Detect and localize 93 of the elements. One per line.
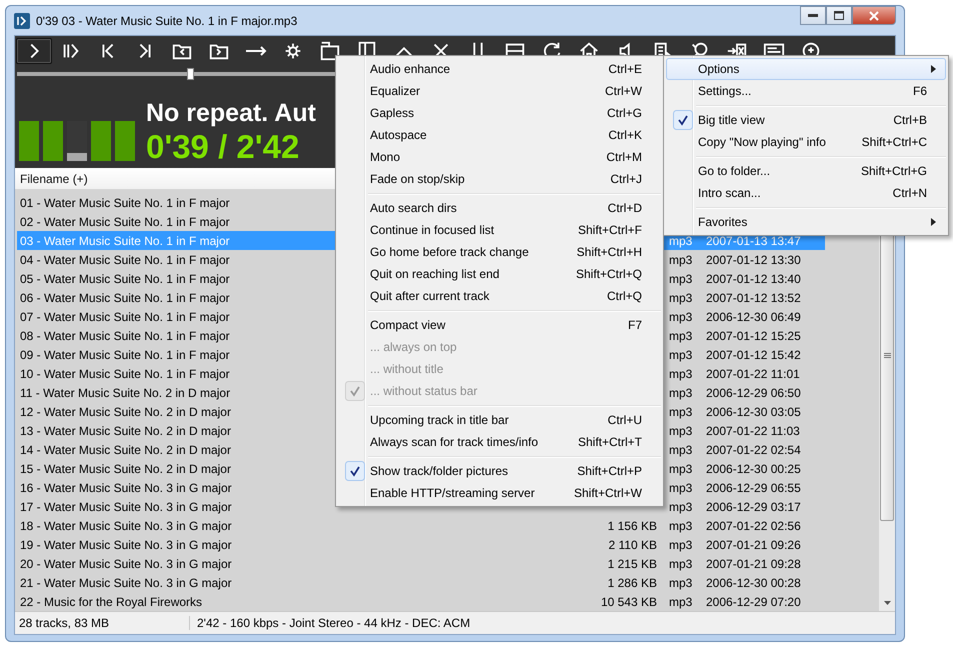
table-cell-text: 17 - Water Music Suite No. 3 in G major [19, 500, 233, 514]
table-cell-text: 20 - Water Music Suite No. 3 in G major [19, 556, 233, 570]
table-cell: mp3 [669, 310, 692, 324]
playback-mode-text: No repeat. Aut [146, 101, 316, 126]
table-cell: mp3 [669, 556, 692, 570]
table-cell: 10 543 KB [600, 594, 657, 608]
table-cell-text: 08 - Water Music Suite No. 1 in F major [19, 328, 231, 342]
table-cell-text: 15 - Water Music Suite No. 2 in D major [19, 462, 232, 476]
table-cell-text: 13 - Water Music Suite No. 2 in D major [19, 424, 232, 438]
table-cell: 2006-12-29 06:55 [706, 480, 801, 494]
table-cell-text: 18 - Water Music Suite No. 3 in G major [19, 518, 233, 532]
shortcut-label: Shift+Ctrl+G [860, 164, 927, 178]
table-cell: mp3 [669, 252, 692, 266]
table-cell: 1 286 KB [608, 576, 657, 590]
table-cell-text: 09 - Water Music Suite No. 1 in F major [19, 348, 231, 362]
table-cell: mp3 [669, 386, 692, 400]
shortcut-label: Shift+Ctrl+T [578, 435, 642, 449]
shortcut-label: Ctrl+D [608, 201, 642, 215]
table-cell: 2007-01-22 11:03 [706, 424, 800, 438]
table-cell: 2006-12-29 07:20 [706, 594, 801, 608]
table-cell: 2007-01-12 15:25 [706, 328, 801, 342]
table-cell: 2006-12-30 00:28 [706, 576, 801, 590]
table-cell: 2 110 KB [608, 538, 657, 552]
table-cell-text: 05 - Water Music Suite No. 1 in F major [19, 272, 231, 286]
table-cell: 2007-01-12 13:52 [706, 290, 801, 304]
table-cell-text: 10 - Water Music Suite No. 1 in F major [19, 366, 231, 380]
table-cell-text: 12 - Water Music Suite No. 2 in D major [19, 404, 232, 418]
table-cell: 1 156 KB [608, 518, 657, 532]
table-cell: 2007-01-12 13:30 [706, 252, 801, 266]
table-cell-text: 02 - Water Music Suite No. 1 in F major [19, 214, 231, 228]
shortcut-label: Shift+Ctrl+P [577, 464, 642, 478]
table-cell: 2006-12-30 03:05 [706, 404, 801, 418]
shortcut-label: Shift+Ctrl+H [576, 245, 642, 259]
time-display: 0'39 / 2'42 [146, 130, 300, 163]
table-cell-text: 11 - Water Music Suite No. 2 in D major [19, 386, 232, 400]
table-cell-text: 14 - Water Music Suite No. 2 in D major [19, 442, 232, 456]
table-cell: mp3 [669, 234, 692, 248]
window-title: 0'39 03 - Water Music Suite No. 1 in F major.mp3 [36, 14, 298, 28]
shortcut-label: Shift+Ctrl+W [574, 486, 642, 500]
table-cell: mp3 [669, 576, 692, 590]
table-cell: mp3 [669, 538, 692, 552]
shortcut-label: Ctrl+N [892, 186, 927, 200]
shortcut-label: F7 [628, 318, 642, 332]
shortcut-label: Ctrl+B [893, 113, 927, 127]
shortcut-label: Ctrl+E [608, 62, 642, 76]
shortcut-label: Shift+Ctrl+F [578, 223, 642, 237]
shortcut-label: Shift+Ctrl+Q [576, 267, 642, 281]
shortcut-label: Ctrl+G [606, 106, 642, 120]
shortcut-label: Ctrl+J [610, 172, 642, 186]
table-cell: 2007-01-13 13:47 [706, 234, 801, 248]
table-cell: 1 215 KB [608, 556, 657, 570]
table-cell: mp3 [669, 272, 692, 286]
table-cell: 2006-12-30 00:25 [706, 462, 801, 476]
status-text: 2'42 - 160 kbps - Joint Stereo - 44 kHz - DEC: ACM [196, 616, 470, 630]
table-cell: mp3 [669, 594, 692, 608]
table-cell: 2007-01-21 09:26 [706, 538, 801, 552]
shortcut-label: Shift+Ctrl+C [862, 135, 927, 149]
table-cell: mp3 [669, 500, 692, 514]
shortcut-label: Ctrl+K [608, 128, 642, 142]
table-cell: 2007-01-22 02:54 [706, 442, 801, 456]
table-cell: mp3 [669, 462, 692, 476]
table-cell: 2006-12-29 06:50 [706, 386, 801, 400]
table-cell-text: 04 - Water Music Suite No. 1 in F major [19, 252, 231, 266]
table-cell: mp3 [669, 348, 692, 362]
table-cell: 2007-01-12 15:42 [706, 348, 801, 362]
table-cell-text: 07 - Water Music Suite No. 1 in F major [19, 310, 231, 324]
table-cell: mp3 [669, 424, 692, 438]
table-cell: mp3 [669, 290, 692, 304]
table-cell: 2007-01-22 11:01 [706, 366, 800, 380]
shortcut-label: Ctrl+M [606, 150, 642, 164]
table-cell: mp3 [669, 518, 692, 532]
table-cell: mp3 [669, 480, 692, 494]
table-cell: 2007-01-12 13:40 [706, 272, 801, 286]
table-cell: mp3 [669, 328, 692, 342]
table-cell: mp3 [669, 404, 692, 418]
table-cell: 2007-01-21 09:28 [706, 556, 801, 570]
table-cell: 2006-12-29 03:17 [706, 500, 801, 514]
table-cell-text: 06 - Water Music Suite No. 1 in F major [19, 290, 231, 304]
shortcut-label: Ctrl+Q [606, 289, 642, 303]
table-cell-text: 03 - Water Music Suite No. 1 in F major [19, 234, 231, 248]
table-cell: mp3 [669, 442, 692, 456]
status-text: 28 tracks, 83 MB [15, 616, 190, 630]
table-cell: 2006-12-30 06:49 [706, 310, 801, 324]
table-cell-text: 01 - Water Music Suite No. 1 in F major [19, 196, 231, 210]
table-cell-text: 22 - Music for the Royal Fireworks [19, 594, 204, 608]
table-cell: 2007-01-22 02:56 [706, 518, 801, 532]
table-cell-text: 19 - Water Music Suite No. 3 in G major [19, 538, 233, 552]
table-cell: mp3 [669, 366, 692, 380]
shortcut-label: Ctrl+W [605, 84, 642, 98]
shortcut-label: Ctrl+U [608, 413, 642, 427]
table-cell-text: 21 - Water Music Suite No. 3 in G major [19, 576, 233, 590]
shortcut-label: F6 [912, 84, 927, 98]
table-cell-text: 16 - Water Music Suite No. 3 in G major [19, 480, 233, 494]
